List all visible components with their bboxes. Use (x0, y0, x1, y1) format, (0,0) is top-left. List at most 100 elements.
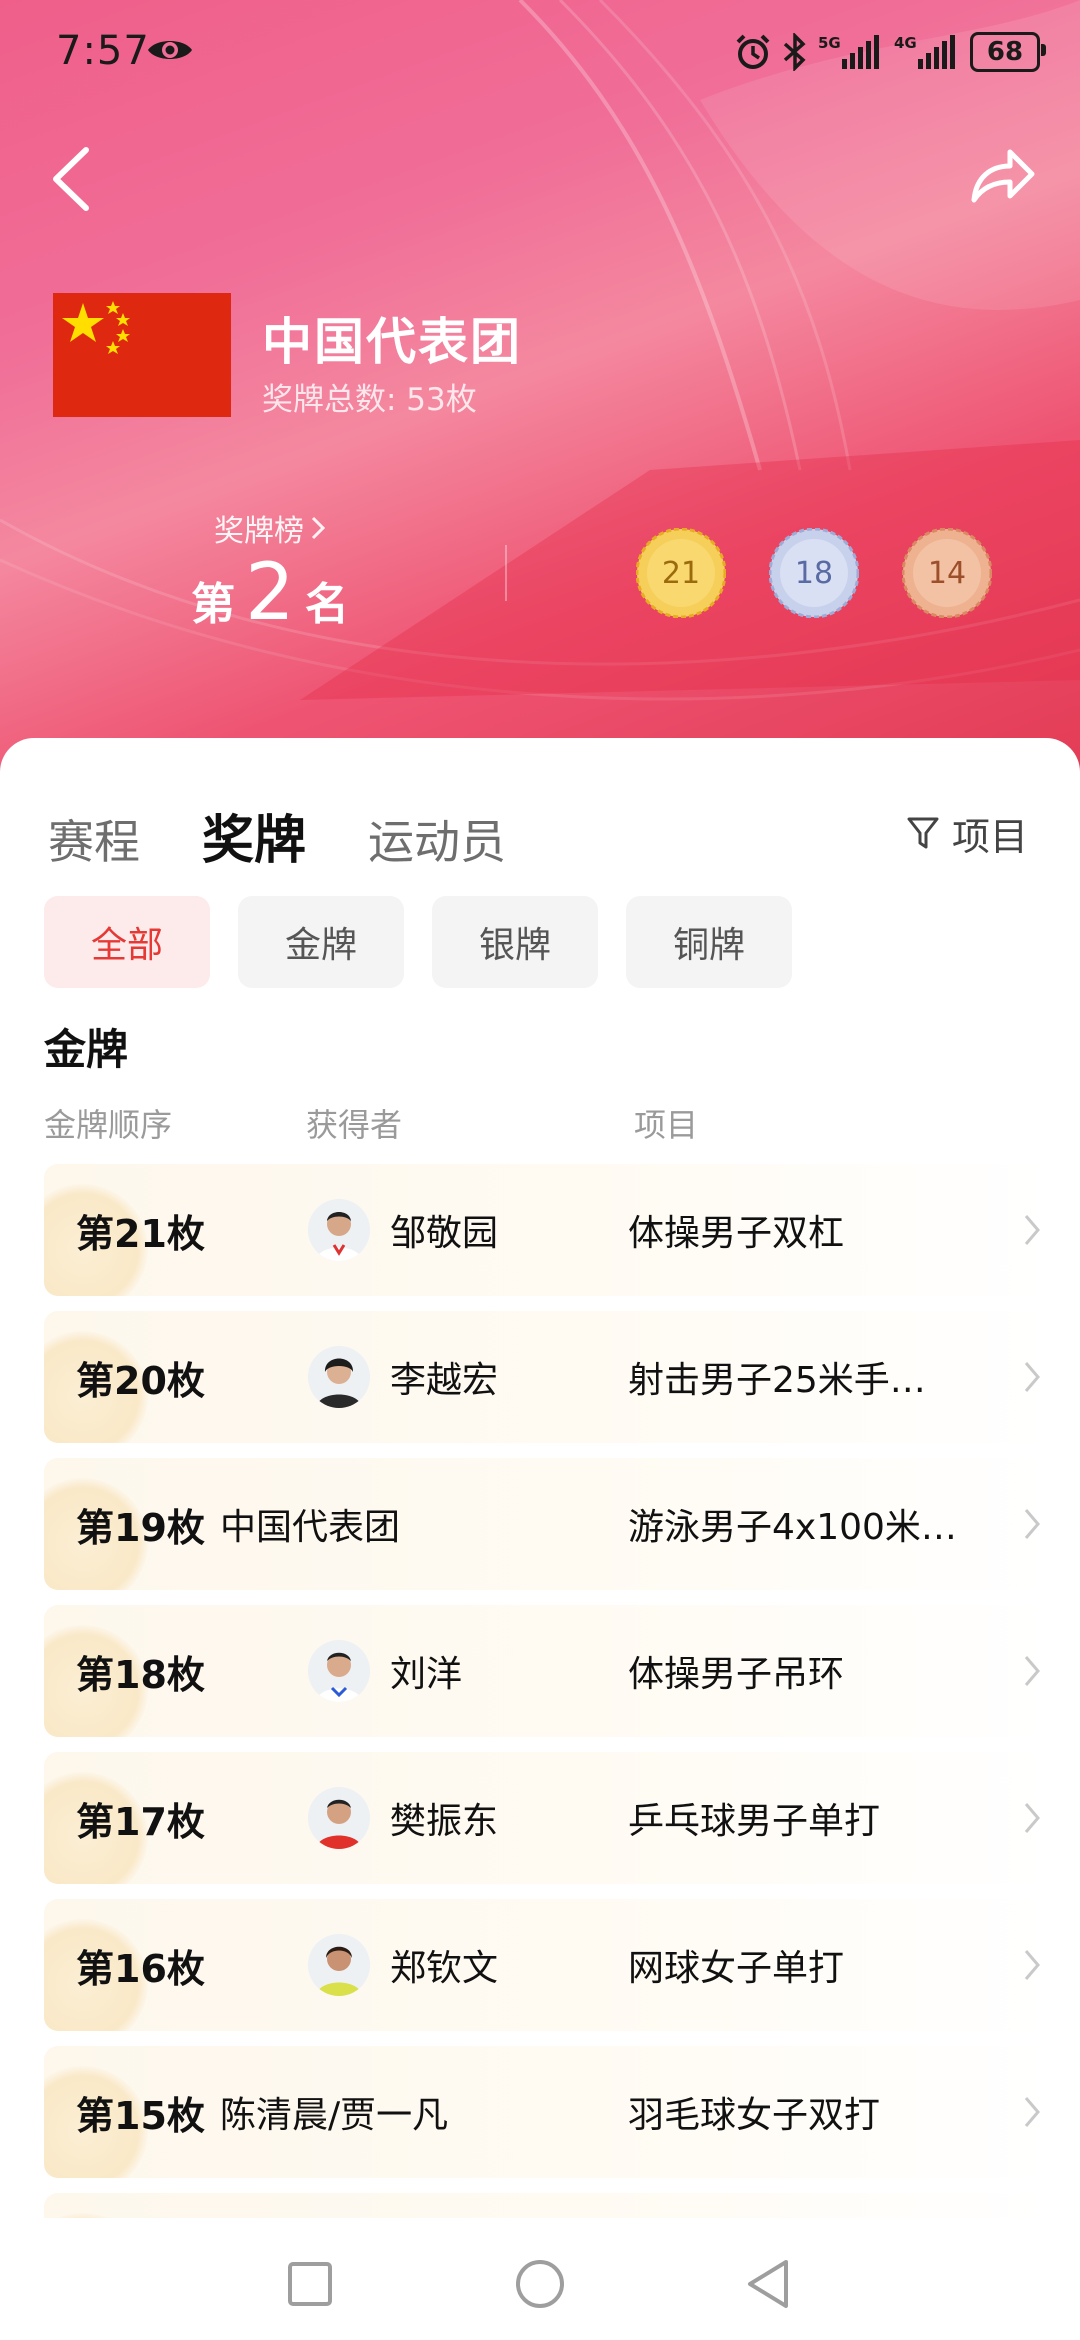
medal-winner: 刘洋 (308, 1605, 462, 1737)
status-bar: 7:57 5G 4G 68 (0, 0, 1080, 110)
team-header: 7:57 5G 4G 68 中国代表团 奖牌总数: 53枚 奖牌榜 第 2 名 … (0, 0, 1080, 780)
filter-label: 项目 (951, 815, 1028, 859)
column-header-event: 项目 (634, 1106, 699, 1144)
event-name: 游泳男子4x100米… (628, 1507, 957, 1548)
rank-prefix: 第 (191, 579, 236, 630)
event-name: 射击男子25米手… (628, 1360, 926, 1401)
medal-winner: 郑钦文 (308, 1899, 498, 2031)
back-button[interactable] (740, 2256, 800, 2312)
medal-row[interactable]: 第20枚 李越宏 射击男子25米手… (44, 1311, 1050, 1443)
winner-name: 邹敬园 (390, 1213, 499, 1254)
medal-event: 羽毛球女子双打 (628, 2046, 1018, 2178)
team-name: 中国代表团 (262, 313, 522, 371)
gold-medal-badge: 21 (635, 527, 727, 619)
athlete-avatar (308, 1640, 370, 1702)
medal-table-label: 奖牌榜 (214, 514, 304, 549)
chevron-right-icon (1024, 1803, 1040, 1833)
silver-medal-badge: 18 (768, 527, 860, 619)
eye-icon (148, 41, 192, 59)
chevron-right-icon (1024, 1215, 1040, 1245)
bronze-count: 14 (927, 555, 967, 591)
chip-silver[interactable]: 银牌 (432, 896, 598, 988)
medal-table-link[interactable]: 奖牌榜 (150, 506, 390, 550)
medal-row[interactable]: 第17枚 樊振东 乒乓球男子单打 (44, 1752, 1050, 1884)
athlete-avatar (308, 1934, 370, 1996)
rank-number: 2 (245, 548, 295, 638)
event-name: 乒乓球男子单打 (628, 1801, 881, 1842)
home-button[interactable] (510, 2256, 570, 2312)
medal-event: 乒乓球男子单打 (628, 1752, 1018, 1884)
medal-order: 第18枚 (76, 1652, 205, 1697)
signal-5g-icon: 5G (818, 34, 879, 69)
rank-display: 第 2 名 (150, 554, 390, 632)
column-header-winner: 获得者 (306, 1106, 403, 1144)
chevron-right-icon (1024, 2097, 1040, 2127)
chevron-right-icon (1024, 1362, 1040, 1392)
silver-count: 18 (794, 555, 834, 591)
column-header-order: 金牌顺序 (44, 1106, 173, 1144)
share-icon[interactable] (968, 144, 1038, 206)
alarm-icon (736, 34, 770, 69)
event-name: 羽毛球女子双打 (628, 2095, 881, 2136)
medal-winner: 李越宏 (308, 1311, 498, 1443)
content-card: 赛程 奖牌 运动员 项目 全部 金牌 银牌 铜牌 金牌 金牌顺序 获得者 项目 … (0, 738, 1080, 2218)
recent-apps-button[interactable] (280, 2256, 340, 2312)
medal-order: 第19枚 (76, 1505, 205, 1550)
medal-rank[interactable]: 奖牌榜 第 2 名 (150, 506, 390, 632)
chip-bronze[interactable]: 铜牌 (626, 896, 792, 988)
medal-row[interactable]: 第18枚 刘洋 体操男子吊环 (44, 1605, 1050, 1737)
signal-4g-icon: 4G (894, 34, 955, 69)
chevron-right-icon (1024, 1950, 1040, 1980)
gold-count: 21 (661, 555, 701, 591)
medal-order: 第15枚 (76, 2093, 205, 2138)
medal-row[interactable]: 第21枚 邹敬园 体操男子双杠 (44, 1164, 1050, 1296)
winner-name: 中国代表团 (220, 1507, 401, 1548)
net-5g-label: 5G (818, 34, 841, 52)
medal-order: 第21枚 (76, 1211, 205, 1256)
tab-athletes[interactable]: 运动员 (368, 806, 506, 872)
medal-order: 第20枚 (76, 1358, 205, 1403)
chevron-right-icon (1024, 1656, 1040, 1686)
medal-row-partial[interactable] (44, 2193, 1050, 2218)
medal-winner: 陈清晨/贾一凡 (220, 2046, 448, 2178)
medal-row[interactable]: 第19枚 中国代表团 游泳男子4x100米… (44, 1458, 1050, 1590)
medal-event: 射击男子25米手… (628, 1311, 1018, 1443)
medal-winner: 中国代表团 (220, 1458, 400, 1590)
medal-winner: 邹敬园 (308, 1164, 498, 1296)
bluetooth-icon (783, 33, 806, 71)
winner-name: 樊振东 (390, 1801, 499, 1842)
chevron-right-icon (311, 516, 326, 540)
status-time: 7:57 (56, 28, 150, 74)
medal-order: 第17枚 (76, 1799, 205, 1844)
chip-gold[interactable]: 金牌 (238, 896, 404, 988)
chevron-right-icon (1024, 1509, 1040, 1539)
back-arrow-icon[interactable] (46, 144, 98, 214)
tab-bar: 赛程 奖牌 运动员 (48, 798, 506, 873)
battery-level: 68 (986, 37, 1024, 67)
net-4g-label: 4G (894, 34, 917, 52)
medal-winner: 樊振东 (308, 1752, 498, 1884)
medal-row[interactable]: 第15枚 陈清晨/贾一凡 羽毛球女子双打 (44, 2046, 1050, 2178)
event-name: 体操男子吊环 (628, 1654, 845, 1695)
athlete-avatar (308, 1346, 370, 1408)
medal-row[interactable]: 第16枚 郑钦文 网球女子单打 (44, 1899, 1050, 2031)
tab-medals[interactable]: 奖牌 (202, 798, 306, 873)
battery-icon: 68 (970, 32, 1046, 72)
medal-list: 第21枚 邹敬园 体操男子双杠 第20枚 李越宏 射击男子25米手… 第19枚 … (44, 1164, 1050, 2218)
medal-event: 体操男子吊环 (628, 1605, 1018, 1737)
event-filter-button[interactable]: 项目 (906, 806, 1028, 861)
header-divider (505, 545, 507, 601)
total-medal-count: 奖牌总数: 53枚 (262, 382, 477, 418)
chip-all[interactable]: 全部 (44, 896, 210, 988)
winner-name: 李越宏 (390, 1360, 499, 1401)
china-flag-icon (53, 293, 231, 417)
tab-schedule[interactable]: 赛程 (48, 806, 140, 872)
status-icons: 5G 4G 68 (734, 30, 1046, 74)
event-name: 网球女子单打 (628, 1948, 845, 1989)
rank-suffix: 名 (304, 579, 349, 630)
system-navigation-bar (0, 2218, 1080, 2340)
event-name: 体操男子双杠 (628, 1213, 845, 1254)
bronze-medal-badge: 14 (901, 527, 993, 619)
medal-order: 第16枚 (76, 1946, 205, 1991)
medal-type-filter: 全部 金牌 银牌 铜牌 (44, 896, 792, 988)
